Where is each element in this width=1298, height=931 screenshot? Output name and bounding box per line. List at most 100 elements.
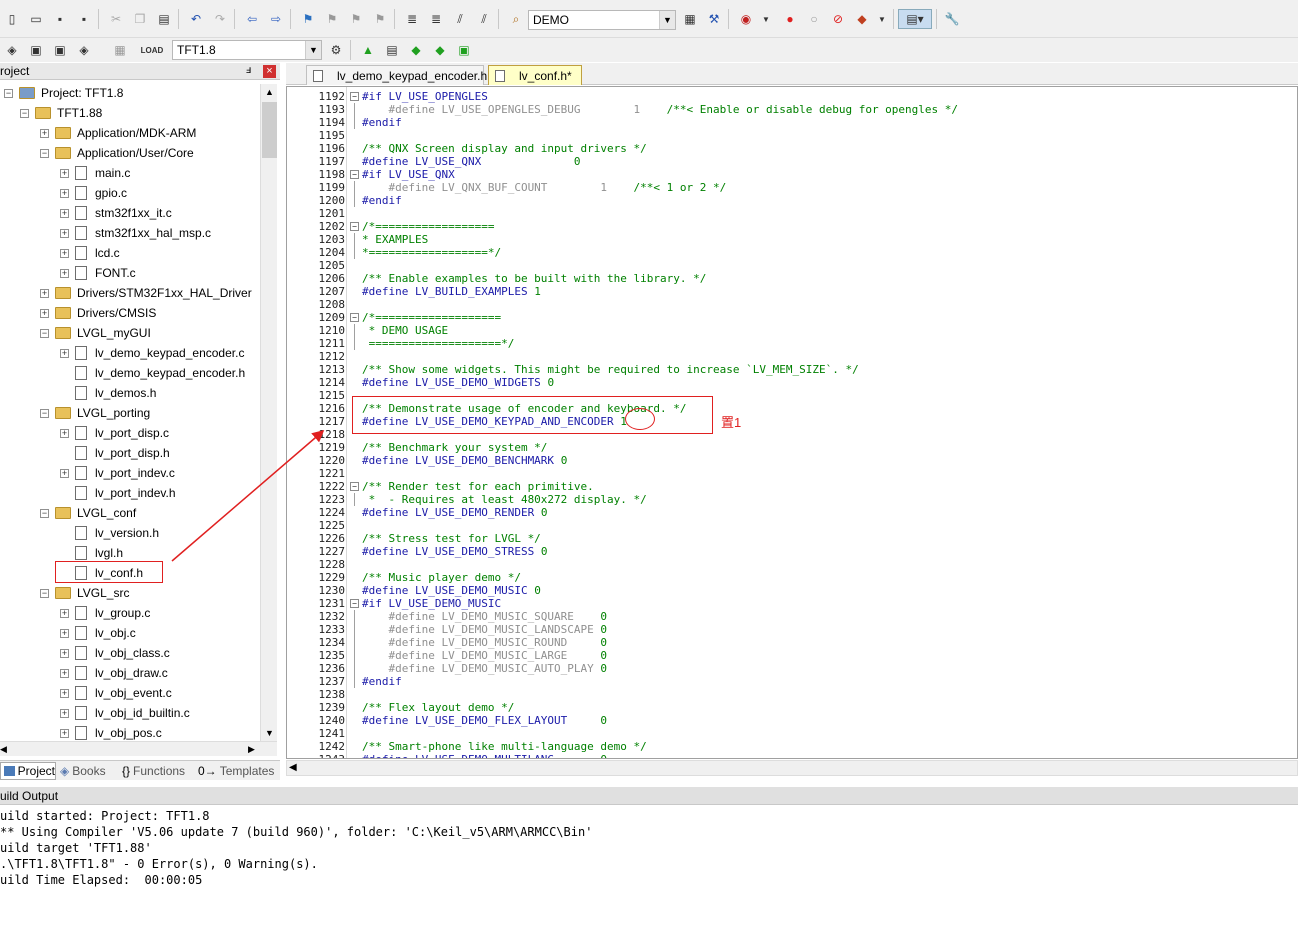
indent-icon[interactable]: ≣ xyxy=(402,9,422,29)
code-line[interactable]: 1233 #define LV_DEMO_MUSIC_LANDSCAPE 0 xyxy=(287,623,1297,636)
code-line[interactable]: 1224 #define LV_USE_DEMO_RENDER 0 xyxy=(287,506,1297,519)
expand-icon[interactable]: + xyxy=(60,708,69,718)
tree-item[interactable]: + Drivers/STM32F1xx_HAL_Driver xyxy=(40,283,252,303)
tree-item[interactable]: + lv_port_disp.c xyxy=(60,423,169,443)
code-line[interactable]: 1206 /** Enable examples to be built with… xyxy=(287,272,1297,285)
translate-icon[interactable]: ◈ xyxy=(2,40,22,60)
debug-icon[interactable]: ◉ xyxy=(736,9,756,29)
tree-item[interactable]: − LVGL_conf xyxy=(40,503,136,523)
fold-collapse-icon[interactable]: − xyxy=(350,599,359,608)
paste-icon[interactable]: ▤ xyxy=(154,9,174,29)
expand-icon[interactable]: + xyxy=(60,208,69,218)
collapse-icon[interactable]: − xyxy=(20,108,29,118)
code-line[interactable]: 1192− #if LV_USE_OPENGLES xyxy=(287,90,1297,103)
scroll-left-icon[interactable]: ◀ xyxy=(0,742,7,756)
chevron-down-icon[interactable]: ▼ xyxy=(756,9,776,29)
chevron-down-icon[interactable]: ▼ xyxy=(659,11,675,29)
code-line[interactable]: 1232 #define LV_DEMO_MUSIC_SQUARE 0 xyxy=(287,610,1297,623)
collapse-icon[interactable]: − xyxy=(40,328,49,338)
save-icon[interactable]: ▪ xyxy=(50,9,70,29)
code-line[interactable]: 1213 /** Show some widgets. This might be… xyxy=(287,363,1297,376)
nav-forward-icon[interactable]: ⇨ xyxy=(266,9,286,29)
code-line[interactable]: 1221 xyxy=(287,467,1297,480)
expand-icon[interactable]: + xyxy=(40,128,49,138)
tab-lv-conf-h[interactable]: lv_conf.h* xyxy=(488,65,582,85)
scroll-right-icon[interactable]: ▶ xyxy=(248,742,255,756)
fold-collapse-icon[interactable]: − xyxy=(350,170,359,179)
comment-icon[interactable]: ⫽ xyxy=(450,9,470,29)
window-layout-icon[interactable]: ▤▾ xyxy=(898,9,932,29)
unindent-icon[interactable]: ≣ xyxy=(426,9,446,29)
expand-icon[interactable]: + xyxy=(60,608,69,618)
code-line[interactable]: 1228 xyxy=(287,558,1297,571)
tree-item[interactable]: lv_version.h xyxy=(60,523,159,543)
tree-item[interactable]: − LVGL_myGUI xyxy=(40,323,151,343)
code-line[interactable]: 1199 #define LV_QNX_BUF_COUNT 1 /**< 1 o… xyxy=(287,181,1297,194)
target-combo[interactable]: DEMO ▼ xyxy=(528,10,676,30)
expand-icon[interactable]: + xyxy=(60,668,69,678)
code-line[interactable]: 1202−/*================== xyxy=(287,220,1297,233)
redo-icon[interactable]: ↷ xyxy=(210,9,230,29)
tab-project[interactable]: Project xyxy=(0,762,56,780)
fold-collapse-icon[interactable]: − xyxy=(350,92,359,101)
code-line[interactable]: 1196 /** QNX Screen display and input dri… xyxy=(287,142,1297,155)
tree-item[interactable]: + Drivers/CMSIS xyxy=(40,303,156,323)
event-recorder-icon[interactable]: ▣ xyxy=(454,40,474,60)
nav-back-icon[interactable]: ⇦ xyxy=(242,9,262,29)
code-line[interactable]: 1195 xyxy=(287,129,1297,142)
code-line[interactable]: 1219 /** Benchmark your system */ xyxy=(287,441,1297,454)
pin-icon[interactable]: ⅎ xyxy=(246,64,251,76)
code-line[interactable]: 1210 * DEMO USAGE xyxy=(287,324,1297,337)
code-line[interactable]: 1211 ====================*/ xyxy=(287,337,1297,350)
code-line[interactable]: 1194 #endif xyxy=(287,116,1297,129)
code-line[interactable]: 1222−/** Render test for each primitive. xyxy=(287,480,1297,493)
stop-build-icon[interactable]: ▦ xyxy=(110,40,130,60)
code-line[interactable]: 1236 #define LV_DEMO_MUSIC_AUTO_PLAY 0 xyxy=(287,662,1297,675)
tree-item[interactable]: + lv_group.c xyxy=(60,603,150,623)
code-line[interactable]: 1223 * - Requires at least 480x272 displ… xyxy=(287,493,1297,506)
tree-item[interactable]: + lv_port_indev.c xyxy=(60,463,175,483)
tree-item[interactable]: − LVGL_src xyxy=(40,583,129,603)
code-line[interactable]: 1200 #endif xyxy=(287,194,1297,207)
rebuild-icon[interactable]: ▣ xyxy=(50,40,70,60)
expand-icon[interactable]: + xyxy=(60,248,69,258)
build-icon[interactable]: ▣ xyxy=(26,40,46,60)
tree-item[interactable]: + lv_obj_event.c xyxy=(60,683,172,703)
scroll-up-icon[interactable]: ▲ xyxy=(262,84,277,100)
manage-components-icon[interactable]: ▲ xyxy=(358,40,378,60)
incremental-find-icon[interactable]: ⚒ xyxy=(704,9,724,29)
tree-item[interactable]: lv_port_indev.h xyxy=(60,483,176,503)
tab-functions[interactable]: {} Functions xyxy=(122,762,194,780)
code-line[interactable]: 1240 #define LV_USE_DEMO_FLEX_LAYOUT 0 xyxy=(287,714,1297,727)
code-line[interactable]: 1207 #define LV_BUILD_EXAMPLES 1 xyxy=(287,285,1297,298)
code-line[interactable]: 1241 xyxy=(287,727,1297,740)
undo-icon[interactable]: ↶ xyxy=(186,9,206,29)
bookmark-clear-icon[interactable]: ⚑ xyxy=(370,9,390,29)
code-line[interactable]: 1230 #define LV_USE_DEMO_MUSIC 0 xyxy=(287,584,1297,597)
scroll-left-icon[interactable]: ◀ xyxy=(289,761,297,775)
tree-item[interactable]: + lcd.c xyxy=(60,243,120,263)
expand-icon[interactable]: + xyxy=(60,168,69,178)
tree-item[interactable]: lvgl.h xyxy=(60,543,123,563)
chevron-down-icon[interactable]: ▼ xyxy=(305,41,321,59)
expand-icon[interactable]: + xyxy=(60,348,69,358)
expand-icon[interactable]: + xyxy=(60,648,69,658)
collapse-icon[interactable]: − xyxy=(40,148,49,158)
collapse-icon[interactable]: − xyxy=(40,408,49,418)
code-line[interactable]: 1204 *==================*/ xyxy=(287,246,1297,259)
save-all-icon[interactable]: ▪ xyxy=(74,9,94,29)
manage-rte-icon[interactable]: ◆ xyxy=(406,40,426,60)
tree-item[interactable]: + main.c xyxy=(60,163,130,183)
expand-icon[interactable]: + xyxy=(60,688,69,698)
breakpoint-kill-icon[interactable]: ◆ xyxy=(852,9,872,29)
expand-icon[interactable]: + xyxy=(60,628,69,638)
open-file-icon[interactable]: ▭ xyxy=(26,9,46,29)
code-line[interactable]: 1193 #define LV_USE_OPENGLES_DEBUG 1 /**… xyxy=(287,103,1297,116)
code-line[interactable]: 1205 xyxy=(287,259,1297,272)
find-in-files-icon[interactable]: ⌕ xyxy=(506,9,526,29)
fold-collapse-icon[interactable]: − xyxy=(350,222,359,231)
project-target-combo[interactable]: TFT1.8 ▼ xyxy=(172,40,322,60)
batch-build-icon[interactable]: ◈ xyxy=(74,40,94,60)
expand-icon[interactable]: + xyxy=(60,428,69,438)
tree-item[interactable]: lv_demo_keypad_encoder.h xyxy=(60,363,245,383)
